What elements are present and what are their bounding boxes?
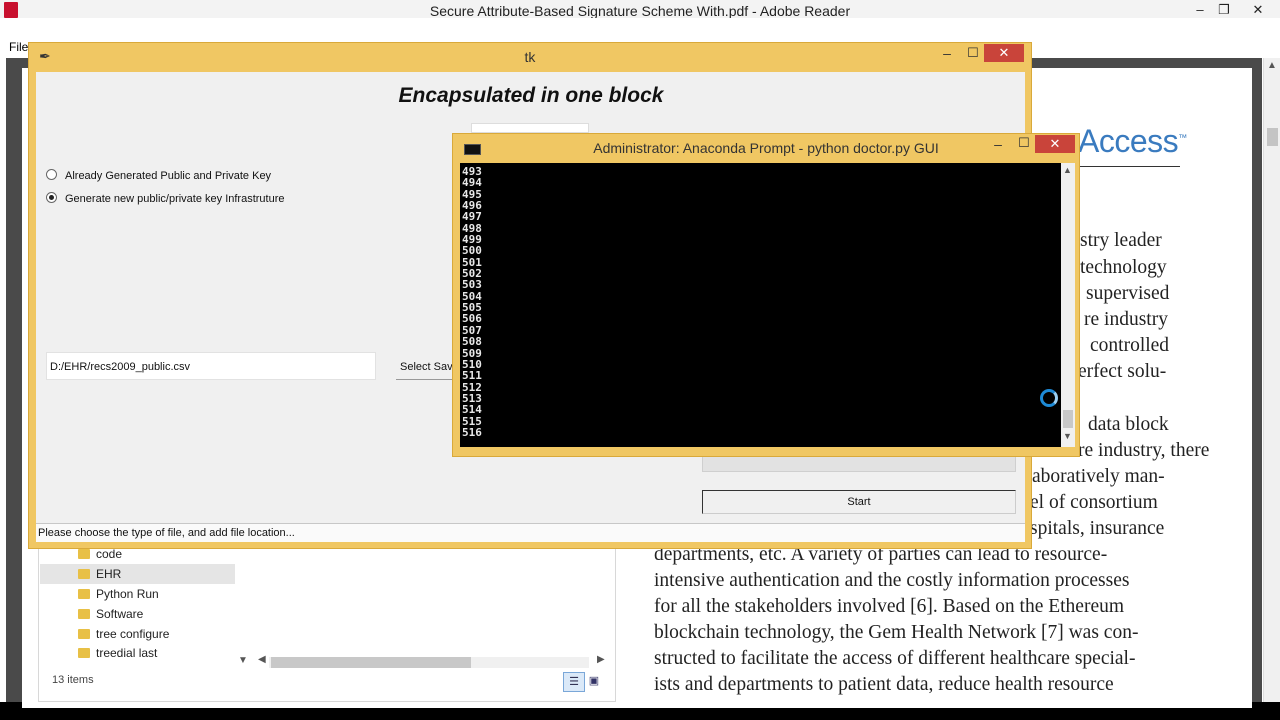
adobe-reader-icon bbox=[4, 2, 18, 18]
top-entry-field[interactable] bbox=[471, 123, 589, 133]
tk-minimize-button[interactable]: – bbox=[937, 45, 957, 61]
folder-icon bbox=[78, 609, 90, 619]
console-line: 511 bbox=[462, 369, 482, 383]
start-button[interactable]: Start bbox=[702, 490, 1016, 514]
busy-cursor-icon bbox=[1040, 389, 1058, 407]
paper-text-line: re industry bbox=[1084, 309, 1168, 330]
paper-text-line: el of consortium bbox=[1030, 492, 1158, 513]
prompt-maximize-button[interactable]: ☐ bbox=[1014, 135, 1034, 151]
folder-item-tree-configure[interactable]: tree configure bbox=[40, 624, 235, 644]
large-icons-view-icon[interactable]: ▣ bbox=[587, 672, 601, 690]
folder-item-treedial-last[interactable]: treedial last bbox=[40, 643, 235, 663]
paper-text-line: re industry, there bbox=[1078, 440, 1210, 461]
paper-text-line: intensive authentication and the costly … bbox=[654, 570, 1130, 591]
prompt-close-button[interactable]: ✕ bbox=[1035, 135, 1075, 153]
folder-item-software[interactable]: Software bbox=[40, 604, 235, 624]
reader-title-text: Secure Attribute-Based Signature Scheme … bbox=[429, 3, 851, 19]
folder-icon bbox=[78, 549, 90, 559]
folder-item-ehr[interactable]: EHR bbox=[40, 564, 235, 584]
console-line: 494 bbox=[462, 176, 482, 190]
console-icon bbox=[464, 144, 481, 155]
scroll-down-arrow-icon[interactable]: ▼ bbox=[1063, 431, 1072, 441]
paper-text-line: controlled bbox=[1090, 335, 1170, 356]
reader-scroll-thumb[interactable] bbox=[1267, 128, 1278, 146]
console-lines: 493 494 495 496 497 498 499 500 501 502 503 504 505 5… bbox=[462, 166, 482, 439]
paper-text-line: aboratively man- bbox=[1032, 466, 1165, 487]
console-line: 508 bbox=[462, 335, 482, 349]
tk-title-bar[interactable]: tk bbox=[29, 43, 1031, 71]
folder-icon bbox=[78, 629, 90, 639]
folder-icon bbox=[78, 648, 90, 658]
console-output[interactable]: 493 494 495 496 497 498 499 500 501 502 503 504 505 5… bbox=[460, 163, 1061, 447]
reader-close-button[interactable]: ✕ bbox=[1244, 0, 1272, 20]
scroll-left-arrow-icon[interactable]: ◀ bbox=[258, 654, 266, 665]
console-scroll-thumb[interactable] bbox=[1063, 410, 1073, 428]
folder-item-python-run[interactable]: Python Run bbox=[40, 584, 235, 604]
paper-text-line: supervised bbox=[1086, 283, 1170, 304]
folder-icon bbox=[78, 589, 90, 599]
tk-maximize-button[interactable]: ☐ bbox=[963, 45, 983, 61]
prompt-title-bar[interactable]: Administrator: Anaconda Prompt - python … bbox=[453, 134, 1079, 162]
tk-close-button[interactable]: ✕ bbox=[984, 44, 1024, 62]
access-logo: Access™ bbox=[1078, 123, 1187, 159]
items-count: 13 items bbox=[52, 674, 94, 686]
radio-unchecked-icon[interactable] bbox=[46, 169, 57, 180]
scroll-thumb[interactable] bbox=[271, 657, 471, 668]
file-path-input[interactable]: D:/EHR/recs2009_public.csv bbox=[46, 352, 376, 380]
paper-text-line: erfect solu- bbox=[1078, 361, 1167, 382]
paper-text-line: stry leader bbox=[1080, 230, 1162, 251]
folder-icon bbox=[78, 569, 90, 579]
details-view-icon[interactable]: ☰ bbox=[563, 672, 585, 692]
paper-text-line: ists and departments to patient data, re… bbox=[654, 674, 1114, 695]
console-line: 516 bbox=[462, 425, 482, 439]
scroll-up-arrow-icon[interactable]: ▲ bbox=[1267, 60, 1277, 71]
radio-checked-icon[interactable] bbox=[46, 192, 57, 203]
paper-text-line: technology bbox=[1080, 257, 1167, 278]
chevron-down-icon[interactable]: ▼ bbox=[238, 655, 248, 666]
prompt-minimize-button[interactable]: – bbox=[988, 136, 1008, 152]
console-line: 514 bbox=[462, 403, 482, 417]
anaconda-prompt-window: Administrator: Anaconda Prompt - python … bbox=[452, 133, 1080, 457]
paper-text-line: structed to facilitate the access of dif… bbox=[654, 648, 1136, 669]
feather-icon: ✒ bbox=[39, 48, 51, 64]
reader-vertical-scrollbar[interactable]: ▲ bbox=[1263, 58, 1280, 702]
paper-text-line: blockchain technology, the Gem Health Ne… bbox=[654, 622, 1139, 643]
scroll-up-arrow-icon[interactable]: ▲ bbox=[1063, 165, 1072, 175]
paper-text-line: spitals, insurance bbox=[1030, 518, 1165, 539]
reader-restore-button[interactable]: ❐ bbox=[1210, 0, 1238, 20]
explorer-horizontal-scrollbar[interactable]: ◀ ▶ bbox=[255, 654, 607, 670]
tk-heading: Encapsulated in one block bbox=[398, 84, 664, 107]
radio-generate-new-key[interactable]: Generate new public/private key Infrastr… bbox=[46, 190, 285, 208]
paper-text-line: data block bbox=[1088, 414, 1169, 435]
paper-text-line: for all the stakeholders involved [6]. B… bbox=[654, 596, 1125, 617]
console-scrollbar[interactable]: ▲ ▼ bbox=[1061, 163, 1075, 447]
radio-already-generated-key[interactable]: Already Generated Public and Private Key bbox=[46, 167, 271, 185]
status-bar: Please choose the type of file, and add … bbox=[36, 523, 1025, 542]
scroll-right-arrow-icon[interactable]: ▶ bbox=[597, 654, 605, 665]
